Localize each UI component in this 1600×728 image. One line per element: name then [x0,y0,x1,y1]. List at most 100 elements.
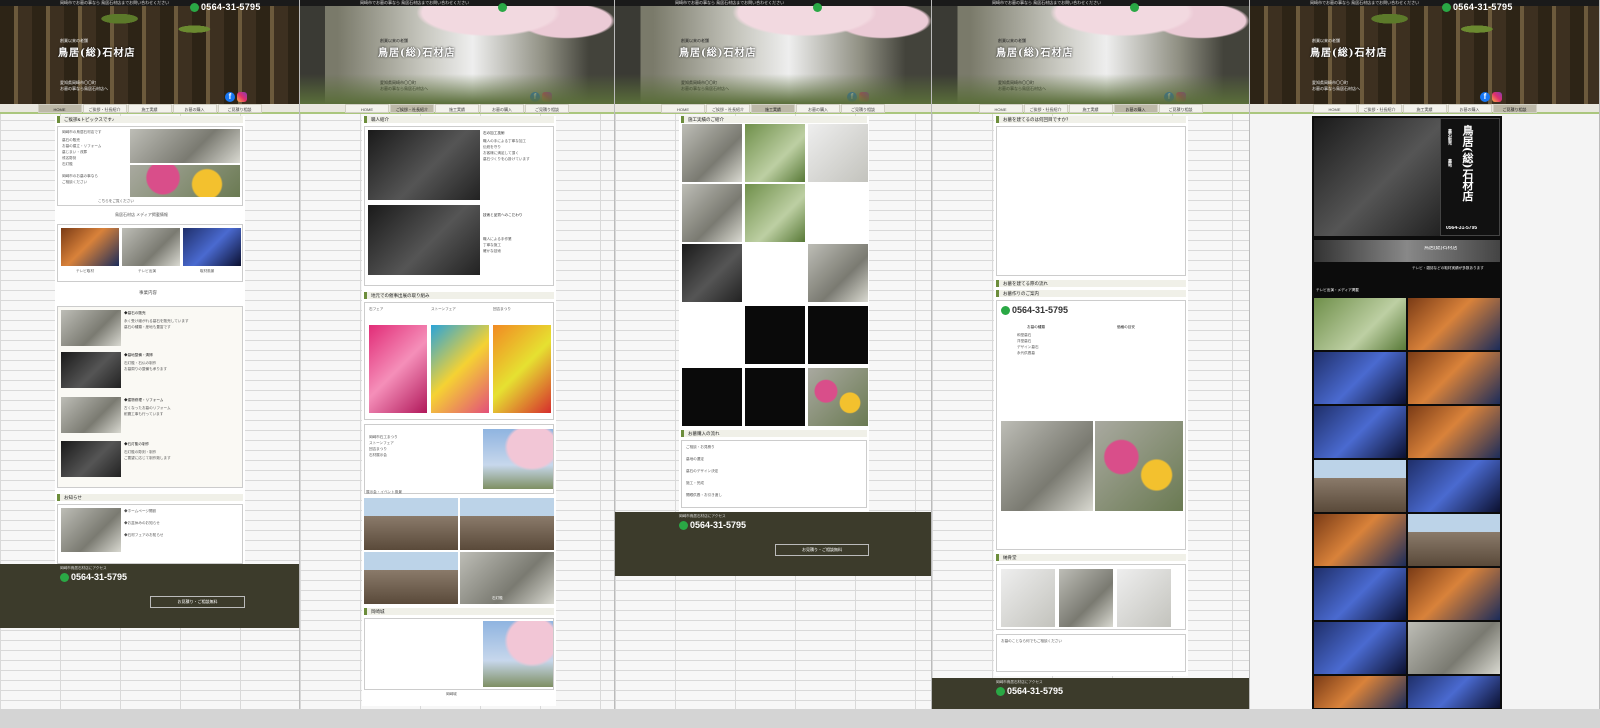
footer-phone[interactable]: 0564-31-5795 [60,572,127,583]
nav-home[interactable]: HOME [37,104,82,113]
estimate-button[interactable]: お見積り・ご相談無料 [150,596,245,608]
nav-purchase[interactable]: お墓の購入 [1447,104,1492,113]
facebook-icon[interactable]: f [1164,92,1174,102]
media-photo[interactable] [1408,676,1500,708]
work-photo[interactable] [808,306,868,364]
header-brand[interactable]: 鳥居(総)石材店 [679,44,756,59]
work-photo[interactable] [682,124,742,182]
header-brand[interactable]: 鳥居(総)石材店 [378,44,455,59]
notice-item[interactable]: ◆ホームページ開設 [124,509,156,514]
event-item[interactable]: 岡崎市石工まつり [369,435,398,440]
header-phone[interactable] [498,2,509,13]
work-photo[interactable] [745,368,805,426]
nav-home[interactable]: HOME [345,104,389,113]
nav-purchase[interactable]: お墓の購入 [172,104,217,113]
header-phone[interactable]: 0564-31-5795 [1442,2,1513,13]
event-poster[interactable] [431,325,489,413]
media-photo[interactable] [1314,460,1406,512]
nav-estimate[interactable]: ご見積り相談 [525,104,569,113]
nav-about[interactable]: ご挨拶・社長紹介 [1357,104,1402,113]
nav-works[interactable]: 施工実績 [751,104,795,113]
header-phone[interactable]: 0564-31-5795 [190,2,261,13]
work-photo[interactable] [808,368,868,426]
notice-item[interactable]: ◆お盆休みのお知らせ [124,521,160,526]
event-item[interactable]: 団吉まつり [369,447,387,452]
facebook-icon[interactable]: f [530,92,540,102]
work-photo[interactable] [682,184,742,242]
main-nav: HOME ご挨拶・社長紹介 施工実績 お墓の購入 ご見積り相談 [300,104,614,114]
nav-home[interactable]: HOME [978,104,1023,113]
work-photo[interactable] [682,368,742,426]
event-item[interactable]: 石材展示会 [369,453,387,458]
media-photo[interactable] [1314,676,1406,708]
header-phone[interactable] [1130,2,1141,13]
media-photo[interactable] [1408,568,1500,620]
nav-about[interactable]: ご挨拶・社長紹介 [706,104,750,113]
event-poster[interactable] [369,325,427,413]
media-photo[interactable] [1408,352,1500,404]
nav-home[interactable]: HOME [661,104,705,113]
nav-estimate[interactable]: ご見積り相談 [841,104,885,113]
nav-estimate[interactable]: ご見積り相談 [217,104,262,113]
media-photo[interactable] [1314,298,1406,350]
event-item[interactable]: ストーンフェア [369,441,394,446]
sign-phone[interactable]: 0564-31-5795 [1446,226,1477,231]
nav-purchase[interactable]: お墓の購入 [1113,104,1158,113]
instagram-icon[interactable] [1176,92,1186,102]
work-photo[interactable] [745,124,805,182]
event-poster[interactable] [493,325,551,413]
header-brand[interactable]: 鳥居(総)石材店 [58,44,135,59]
notice-box: ◆ホームページ開設 ◆お盆休みのお知らせ ◆石材フェアのお知らせ [57,504,243,564]
nav-about[interactable]: ご挨拶・社長紹介 [1023,104,1068,113]
tv-photo[interactable] [122,228,180,266]
poster-label: ストーンフェア [431,307,456,311]
facebook-icon[interactable]: f [1480,92,1490,102]
estimate-button[interactable]: お見積り・ご相談無料 [775,544,869,556]
facebook-icon[interactable]: f [847,92,857,102]
footer-phone[interactable]: 0564-31-5795 [996,686,1063,697]
media-photo[interactable] [1314,622,1406,674]
media-photo[interactable] [1314,514,1406,566]
media-photo[interactable] [1314,406,1406,458]
nav-purchase[interactable]: お墓の購入 [480,104,524,113]
media-photo[interactable] [1408,298,1500,350]
instagram-icon[interactable] [1492,92,1502,102]
nav-about[interactable]: ご挨拶・社長紹介 [390,104,434,113]
nav-home[interactable]: HOME [1312,104,1357,113]
greeting-caption[interactable]: こちらをご覧ください [98,199,134,204]
footer-phone[interactable]: 0564-31-5795 [679,520,746,531]
nav-works[interactable]: 施工実績 [1402,104,1447,113]
work-photo[interactable] [745,306,805,364]
tv-photo[interactable] [61,228,119,266]
tv-photo[interactable] [183,228,241,266]
media-photo[interactable] [1314,352,1406,404]
work-photo[interactable] [745,184,805,242]
work-photo[interactable] [808,124,868,182]
media-photo[interactable] [1408,406,1500,458]
nav-estimate[interactable]: ご見積り相談 [1492,104,1537,113]
phone-icon [813,3,822,13]
nav-works[interactable]: 施工実績 [435,104,479,113]
media-photo[interactable] [1408,622,1500,674]
header-phone[interactable] [813,2,824,13]
guide-phone[interactable]: 0564-31-5795 [1001,305,1068,316]
facebook-icon[interactable]: f [225,92,235,102]
nav-estimate[interactable]: ご見積り相談 [1158,104,1203,113]
header-brand[interactable]: 鳥居(総)石材店 [996,44,1073,59]
top-text: 岡崎市でお墓の事なら 鳥居石材店までお問い合わせください [1310,0,1420,5]
instagram-icon[interactable] [859,92,869,102]
instagram-icon[interactable] [237,92,247,102]
media-photo[interactable] [1408,514,1500,566]
main-nav: HOME ご挨拶・社長紹介 施工実績 お墓の購入 ご見積り相談 [615,104,931,114]
work-photo[interactable] [808,244,868,302]
media-photo[interactable] [1408,460,1500,512]
instagram-icon[interactable] [542,92,552,102]
notice-item[interactable]: ◆石材フェアのお知らせ [124,533,163,538]
media-photo[interactable] [1314,568,1406,620]
nav-purchase[interactable]: お墓の購入 [796,104,840,113]
header-brand[interactable]: 鳥居(総)石材店 [1310,44,1387,59]
nav-works[interactable]: 施工実績 [1068,104,1113,113]
nav-works[interactable]: 施工実績 [127,104,172,113]
nav-about[interactable]: ご挨拶・社長紹介 [82,104,127,113]
work-photo[interactable] [682,244,742,302]
